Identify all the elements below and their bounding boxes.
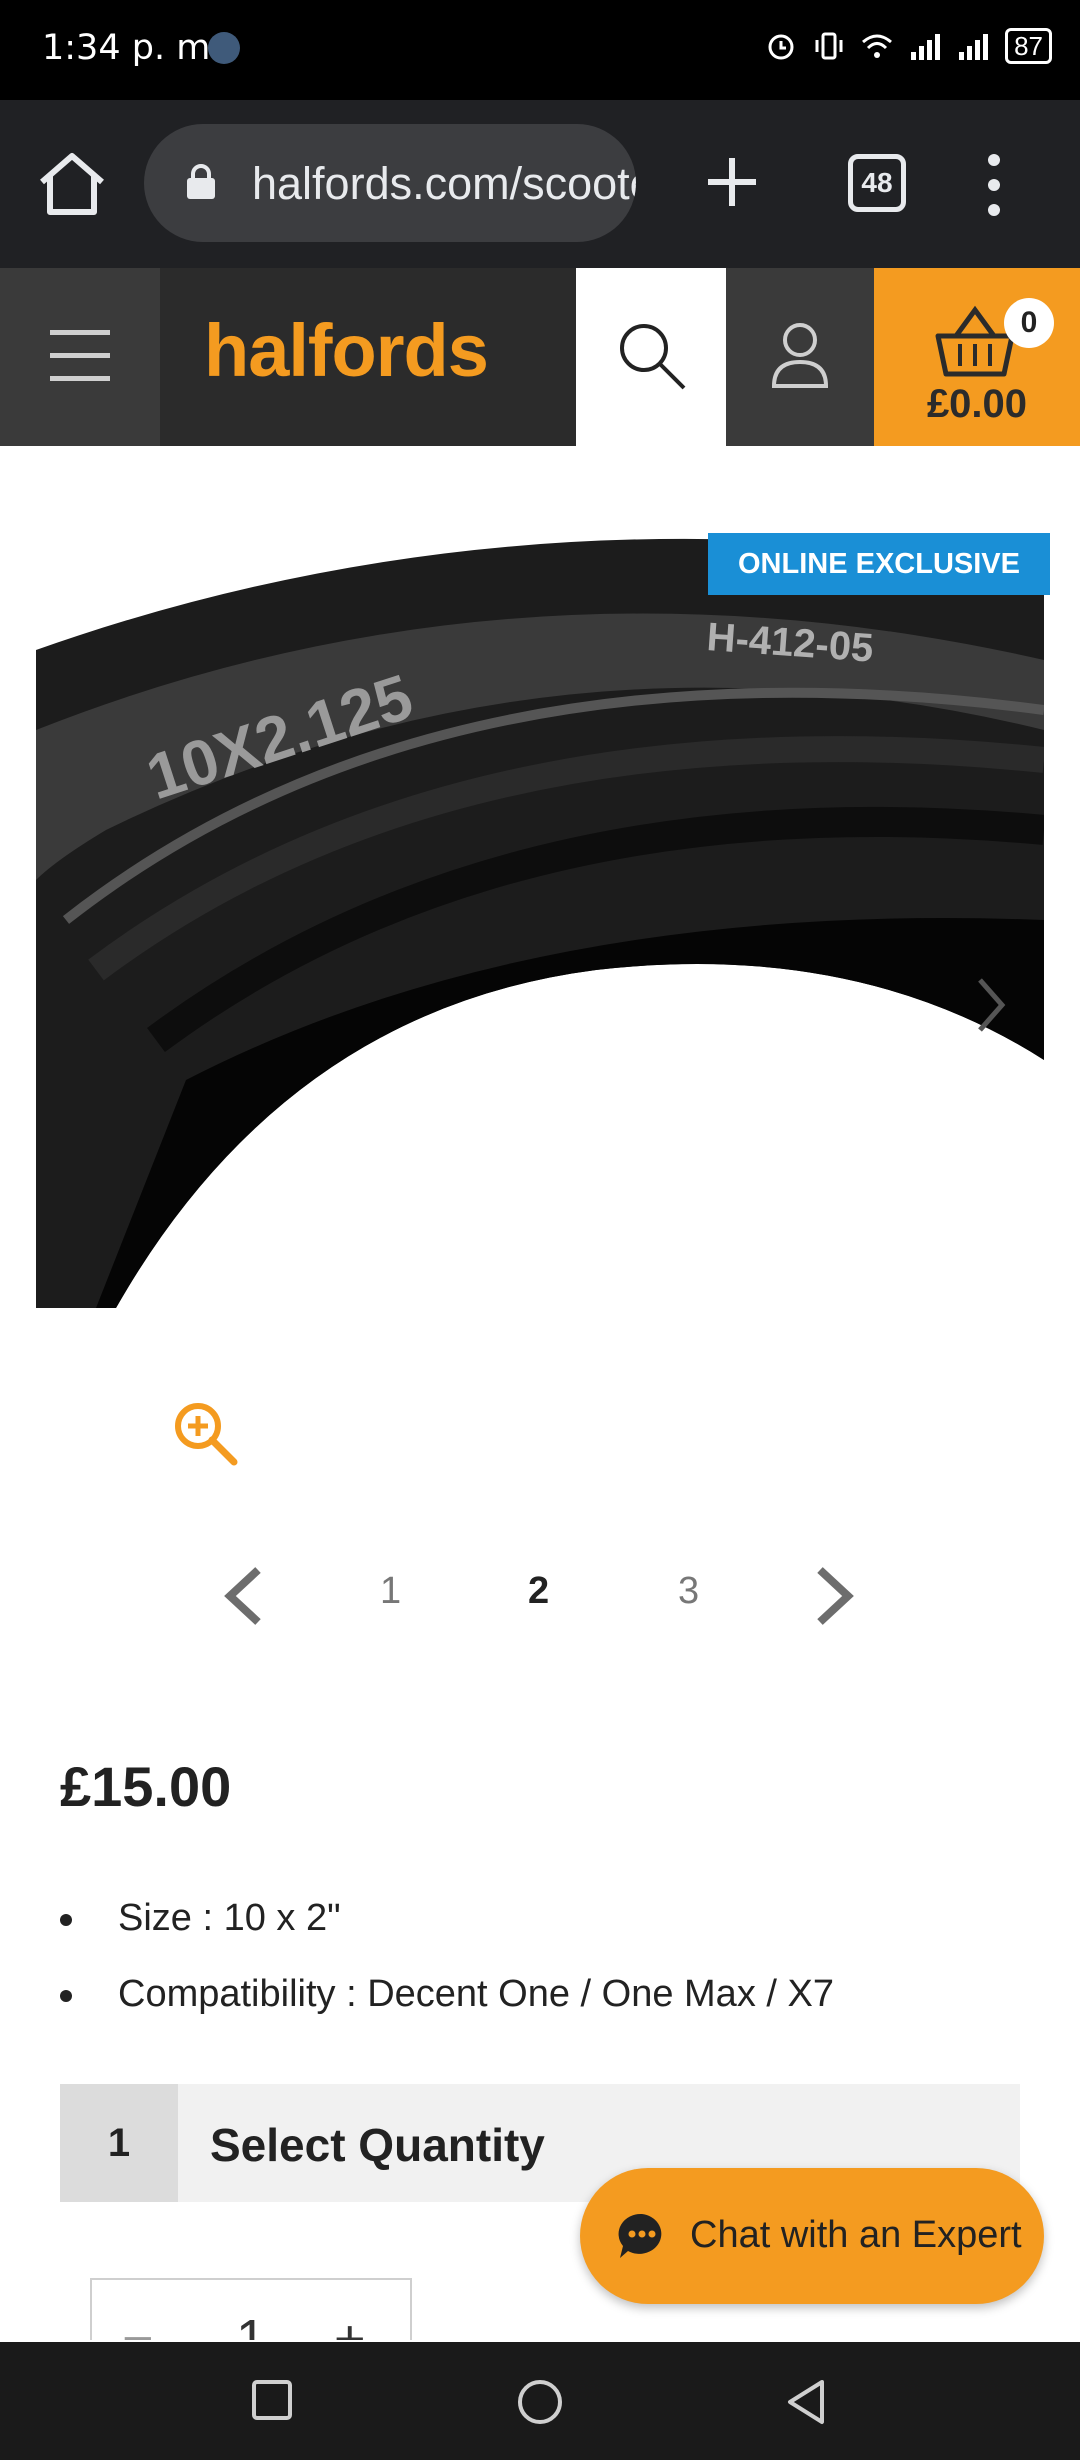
site-header: halfords 0 £0.00 [0,268,1080,446]
tab-switcher-button[interactable]: 48 [848,154,906,212]
spec-compatibility: Compatibility : Decent One / One Max / X… [60,1966,834,2042]
pager-page-1[interactable]: 1 [380,1570,401,1613]
search-icon [620,324,686,390]
chat-with-expert-button[interactable]: Chat with an Expert [580,2168,1044,2304]
product-image[interactable]: 10X2.125 H-412-05 [36,500,1044,1308]
halfords-logo[interactable]: halfords [204,308,489,393]
chat-label: Chat with an Expert [690,2214,1022,2256]
product-specs: Size : 10 x 2" Compatibility : Decent On… [60,1890,834,2042]
user-icon [771,323,829,388]
step-number: 1 [60,2084,178,2202]
basket-count-badge: 0 [1004,298,1054,348]
globe-icon [208,32,240,64]
status-icons: 87 [765,28,1052,64]
spec-size: Size : 10 x 2" [60,1890,834,1966]
wifi-icon [862,34,893,58]
decrease-button[interactable]: − [122,2308,154,2340]
home-nav-icon[interactable] [516,2378,564,2426]
back-icon[interactable] [784,2378,828,2426]
increase-button[interactable]: + [334,2308,366,2340]
pager-page-3[interactable]: 3 [678,1570,699,1613]
basket-total: £0.00 [926,382,1028,426]
system-nav-bar [0,2342,1080,2460]
quantity-value[interactable]: 1 [236,2308,266,2340]
image-pager: 1 2 3 [0,1560,1080,1630]
chevron-right-icon[interactable] [812,1566,856,1626]
address-bar[interactable]: halfords.com/scooter [144,124,636,242]
status-time: 1:34 p. m. [42,28,222,68]
select-quantity-label: Select Quantity [210,2119,545,2171]
tyre-image: 10X2.125 H-412-05 [36,500,1044,1308]
signal-icon [911,34,941,60]
search-button[interactable] [576,268,726,446]
url-text: halfords.com/scooter [252,158,636,209]
signal-icon-2 [959,34,989,60]
vibrate-icon [815,32,843,60]
new-tab-icon[interactable] [702,152,762,212]
hamburger-icon [50,330,110,381]
lock-icon [187,164,215,199]
pager-page-2[interactable]: 2 [528,1570,549,1613]
alarm-icon [768,34,794,60]
more-options-icon[interactable] [982,150,1006,220]
account-button[interactable] [726,268,874,446]
product-price: £15.00 [60,1755,232,1818]
home-icon[interactable] [36,152,108,216]
chevron-left-icon[interactable] [222,1566,266,1626]
battery-level: 87 [1005,28,1052,64]
browser-toolbar: halfords.com/scooter 48 [0,100,1080,268]
quantity-stepper: − 1 + [90,2278,412,2340]
status-bar: 1:34 p. m. 87 [0,0,1080,100]
recent-apps-icon[interactable] [250,2378,294,2422]
chat-bubble-icon [618,2213,662,2258]
basket-button[interactable]: 0 £0.00 [874,268,1080,446]
online-exclusive-badge: ONLINE EXCLUSIVE [708,533,1050,595]
zoom-icon[interactable] [170,1398,240,1468]
menu-button[interactable] [0,268,160,446]
